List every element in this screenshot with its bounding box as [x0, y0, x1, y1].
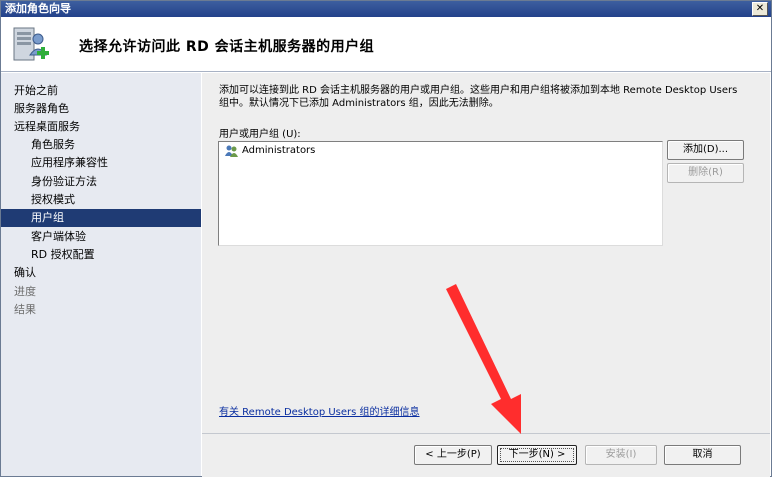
wizard-steps-sidebar: 开始之前 服务器角色 远程桌面服务 角色服务 应用程序兼容性 身份验证方法 授权模式 用户组客… — [1, 73, 201, 476]
list-item-label: Administrators — [242, 145, 316, 156]
sidebar-item[interactable]: 客户端体验 — [1, 228, 201, 246]
sidebar-item[interactable]: RD 授权配置 — [1, 246, 201, 264]
sidebar-item[interactable]: 应用程序兼容性 — [1, 154, 201, 172]
user-group-listbox[interactable]: Administrators — [218, 141, 663, 246]
remote-desktop-users-info-link[interactable]: 有关 Remote Desktop Users 组的详细信息 — [219, 403, 420, 418]
next-button[interactable]: 下一步(N) > — [497, 445, 577, 465]
sidebar-item[interactable]: 远程桌面服务 — [1, 118, 201, 136]
main-content: 添加可以连接到此 RD 会话主机服务器的用户或用户组。这些用户和用户组将被添加到… — [202, 73, 770, 433]
sidebar-item[interactable]: 角色服务 — [1, 136, 201, 154]
sidebar-item[interactable]: 身份验证方法 — [1, 173, 201, 191]
cancel-button[interactable]: 取消 — [664, 445, 741, 465]
list-item[interactable]: Administrators — [224, 144, 315, 158]
page-title: 选择允许访问此 RD 会话主机服务器的用户组 — [79, 39, 375, 55]
sidebar-item[interactable]: 开始之前 — [1, 82, 201, 100]
description-text: 添加可以连接到此 RD 会话主机服务器的用户或用户组。这些用户和用户组将被添加到… — [219, 85, 738, 109]
sidebar-item[interactable]: 结果 — [1, 301, 201, 319]
window-title: 添加角色向导 — [5, 2, 71, 15]
sidebar-item[interactable]: 用户组 — [1, 209, 201, 227]
user-list-label: 用户或用户组 (U): — [219, 129, 301, 140]
sidebar-item[interactable]: 服务器角色 — [1, 100, 201, 118]
wizard-header: 选择允许访问此 RD 会话主机服务器的用户组 — [1, 17, 771, 72]
remove-button[interactable]: 删除(R) — [667, 163, 744, 183]
wizard-footer: < 上一步(P) 下一步(N) > 安装(I) 取消 — [202, 433, 770, 477]
add-role-wizard-window: 添加角色向导 ✕ 选择允许访问此 RD 会话主机服务器的用户组 开始之前 服务器角… — [0, 0, 772, 477]
previous-button[interactable]: < 上一步(P) — [414, 445, 492, 465]
user-group-icon — [225, 145, 238, 157]
sidebar-item[interactable]: 授权模式 — [1, 191, 201, 209]
close-button[interactable]: ✕ — [752, 2, 768, 16]
sidebar-item[interactable]: 确认 — [1, 264, 201, 282]
server-users-add-icon — [13, 27, 49, 61]
add-button[interactable]: 添加(D)... — [667, 140, 744, 160]
sidebar-item[interactable]: 进度 — [1, 283, 201, 301]
title-bar: 添加角色向导 ✕ — [1, 1, 771, 17]
install-button[interactable]: 安装(I) — [585, 445, 657, 465]
